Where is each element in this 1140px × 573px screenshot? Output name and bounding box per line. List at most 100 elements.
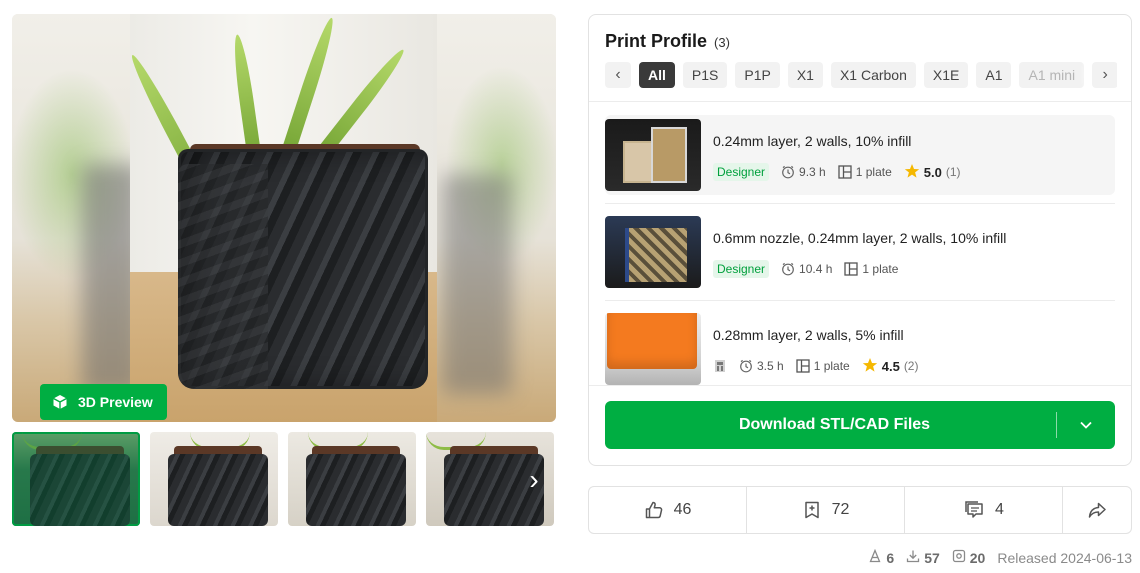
filter-chip-x1-carbon[interactable]: X1 Carbon xyxy=(830,62,916,88)
filter-chip-x1e[interactable]: X1E xyxy=(923,62,969,88)
thumb-part xyxy=(623,141,653,183)
print-profile-count: (3) xyxy=(714,35,730,50)
profile-name: 0.28mm layer, 2 walls, 5% infill xyxy=(713,327,904,343)
filter-chip-x1[interactable]: X1 xyxy=(787,62,823,88)
profile-meta: Designer 10.4 h 1 plate xyxy=(713,259,898,279)
download-label: Download STL/CAD Files xyxy=(738,416,931,433)
filter-chip-a1-mini[interactable]: A1 mini xyxy=(1019,62,1085,88)
profile-item[interactable]: 0.28mm layer, 2 walls, 5% infill 3.5 h 1… xyxy=(605,309,1115,389)
rating: 4.5 (2) xyxy=(862,357,919,376)
plate-icon xyxy=(796,359,810,373)
filter-chip-a1[interactable]: A1 xyxy=(976,62,1012,88)
thumbs-up-icon xyxy=(644,500,664,520)
plate-count: 1 plate xyxy=(844,262,898,276)
rating-value: 4.5 xyxy=(881,358,900,374)
plate-count-value: 1 plate xyxy=(855,165,892,179)
cube-icon xyxy=(52,394,68,410)
print-time-value: 9.3 h xyxy=(799,165,826,179)
comment-button[interactable]: 4 xyxy=(905,487,1063,533)
thumb-planter xyxy=(168,454,268,526)
3d-preview-button[interactable]: 3D Preview xyxy=(40,384,167,420)
print-time-value: 3.5 h xyxy=(757,359,784,373)
plate-icon xyxy=(838,165,852,179)
download-button[interactable]: Download STL/CAD Files xyxy=(605,401,1115,449)
thumb-part xyxy=(625,228,687,282)
share-icon xyxy=(1087,500,1107,520)
action-bar: 46 72 4 xyxy=(588,486,1132,534)
make-icon xyxy=(868,548,882,566)
profile-meta: Designer 9.3 h 1 plate 5.0 (1) xyxy=(713,162,961,182)
collect-button[interactable]: 72 xyxy=(747,487,905,533)
thumbnail-4[interactable]: › xyxy=(426,432,554,526)
profile-list: 0.24mm layer, 2 walls, 10% infill Design… xyxy=(605,115,1115,389)
thumb-planter xyxy=(30,454,130,526)
plate-count-value: 1 plate xyxy=(813,359,850,373)
profile-thumbnail xyxy=(605,313,701,385)
rating-value: 5.0 xyxy=(923,164,942,180)
planter-shadow xyxy=(178,164,268,389)
3d-preview-label: 3D Preview xyxy=(78,394,153,410)
profile-name: 0.6mm nozzle, 0.24mm layer, 2 walls, 10%… xyxy=(713,230,1007,246)
profile-thumbnail xyxy=(605,216,701,288)
share-button[interactable] xyxy=(1063,487,1131,533)
rating-count: (2) xyxy=(903,359,919,373)
chevron-down-icon[interactable] xyxy=(1057,421,1115,429)
release-date: Released 2024-06-13 xyxy=(997,549,1132,566)
filter-chip-all[interactable]: All xyxy=(639,62,675,88)
print-time: 10.4 h xyxy=(781,262,832,276)
thumbnail-1[interactable] xyxy=(12,432,140,526)
star-icon xyxy=(904,163,920,182)
clock-icon xyxy=(739,359,753,373)
rating: 5.0 (1) xyxy=(904,163,961,182)
download-icon xyxy=(906,549,920,566)
thumb-part xyxy=(607,313,697,369)
designer-badge: Designer xyxy=(713,260,770,278)
bookmark-add-icon xyxy=(802,500,822,520)
divider xyxy=(589,385,1131,386)
thumb-leaf xyxy=(22,432,82,450)
like-count: 46 xyxy=(673,501,692,518)
chevron-right-icon[interactable]: › xyxy=(1092,62,1117,88)
profile-item[interactable]: 0.24mm layer, 2 walls, 10% infill Design… xyxy=(605,115,1115,195)
printer-icon xyxy=(952,549,966,566)
profile-name: 0.24mm layer, 2 walls, 10% infill xyxy=(713,133,912,149)
rating-count: (1) xyxy=(945,165,961,179)
divider xyxy=(589,101,1131,102)
thumb-planter xyxy=(306,454,406,526)
profile-item[interactable]: 0.6mm nozzle, 0.24mm layer, 2 walls, 10%… xyxy=(605,212,1115,292)
star-icon xyxy=(862,357,878,376)
chevron-left-icon[interactable]: ‹ xyxy=(605,62,631,88)
make-count: 6 xyxy=(886,549,895,566)
planter-photo xyxy=(130,14,437,422)
print-count: 20 xyxy=(969,549,986,566)
download-count: 57 xyxy=(924,549,940,566)
thumb-part xyxy=(651,127,687,183)
main-image[interactable]: 3D Preview xyxy=(12,14,556,422)
thumbnail-strip: › xyxy=(12,432,556,526)
download-stat: 57 xyxy=(906,549,940,566)
divider xyxy=(605,292,1115,301)
filter-chip-p1s[interactable]: P1S xyxy=(682,62,728,88)
print-time: 9.3 h xyxy=(781,165,826,179)
plate-icon xyxy=(844,262,859,276)
divider xyxy=(605,195,1115,204)
print-time-value: 10.4 h xyxy=(799,262,833,276)
thumbnail-3[interactable] xyxy=(288,432,416,526)
profile-thumbnail xyxy=(605,119,701,191)
clock-icon xyxy=(781,262,795,276)
filter-chip-p1p[interactable]: P1P xyxy=(735,62,780,88)
chevron-right-icon[interactable]: › xyxy=(522,466,546,494)
printer-filter-row: ‹ All P1S P1P X1 X1 Carbon X1E A1 A1 min… xyxy=(605,61,1117,89)
plate-count: 1 plate xyxy=(796,359,850,373)
plate-count-value: 1 plate xyxy=(862,262,899,276)
user-avatar-icon xyxy=(713,359,727,373)
thumbnail-2[interactable] xyxy=(150,432,278,526)
make-stat: 6 xyxy=(868,548,895,566)
print-profile-title-text: Print Profile xyxy=(605,31,708,51)
thumb-soil xyxy=(36,446,124,460)
blurred-pot-right xyxy=(442,174,512,394)
comment-icon xyxy=(963,500,985,520)
like-button[interactable]: 46 xyxy=(589,487,747,533)
designer-badge: Designer xyxy=(713,163,770,181)
